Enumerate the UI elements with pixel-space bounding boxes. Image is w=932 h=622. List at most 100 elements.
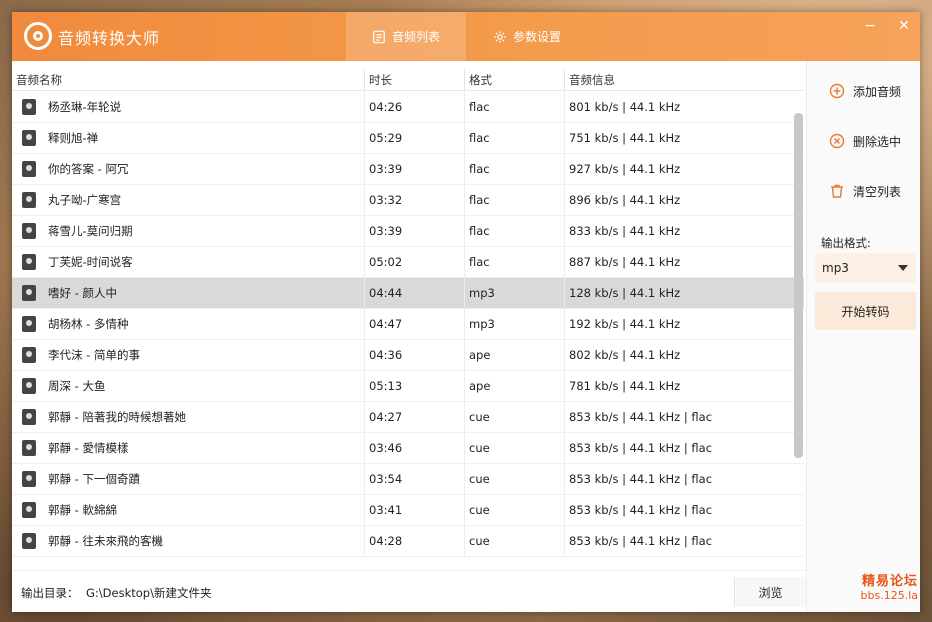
row-duration: 03:46 bbox=[365, 433, 465, 463]
row-name: 丸子呦-广寒宫 bbox=[48, 193, 122, 207]
row-format: ape bbox=[465, 340, 565, 370]
list-scrollbar[interactable] bbox=[794, 113, 803, 458]
row-name-cell: 嗜好 - 颜人中 bbox=[12, 278, 365, 308]
table-row[interactable]: 杨丞琳-年轮说 04:26 flac 801 kb/s | 44.1 kHz bbox=[12, 92, 804, 123]
audio-file-icon bbox=[22, 502, 36, 518]
table-row[interactable]: 嗜好 - 颜人中 04:44 mp3 128 kb/s | 44.1 kHz bbox=[12, 278, 804, 309]
audio-file-icon bbox=[22, 378, 36, 394]
header-info[interactable]: 音频信息 bbox=[565, 69, 804, 90]
audio-file-icon bbox=[22, 254, 36, 270]
row-info: 853 kb/s | 44.1 kHz | flac bbox=[569, 441, 713, 455]
row-info: 802 kb/s | 44.1 kHz bbox=[569, 348, 681, 362]
row-duration: 03:39 bbox=[365, 216, 465, 246]
row-info: 853 kb/s | 44.1 kHz | flac bbox=[569, 503, 713, 517]
audio-file-icon bbox=[22, 440, 36, 456]
tab-settings-label: 参数设置 bbox=[512, 30, 561, 44]
add-audio-label: 添加音频 bbox=[853, 84, 902, 99]
row-name: 李代沫 - 简单的事 bbox=[48, 348, 140, 362]
table-row[interactable]: 周深 - 大鱼 05:13 ape 781 kb/s | 44.1 kHz bbox=[12, 371, 804, 402]
table-row[interactable]: 蒋雪儿-莫问归期 03:39 flac 833 kb/s | 44.1 kHz bbox=[12, 216, 804, 247]
table-row[interactable]: 郭靜 - 愛情模樣 03:46 cue 853 kb/s | 44.1 kHz | f… bbox=[12, 433, 804, 464]
row-name: 蒋雪儿-莫问归期 bbox=[48, 224, 133, 238]
header-name[interactable]: 音频名称 bbox=[12, 69, 365, 90]
audio-file-icon bbox=[22, 130, 36, 146]
table-row[interactable]: 郭靜 - 軟綿綿 03:41 cue 853 kb/s | 44.1 kHz | fl… bbox=[12, 495, 804, 526]
browse-button[interactable]: 浏览 bbox=[734, 577, 806, 607]
row-info: 833 kb/s | 44.1 kHz bbox=[569, 224, 681, 238]
clear-list-button[interactable]: 清空列表 bbox=[817, 176, 920, 206]
table-row[interactable]: 李代沫 - 简单的事 04:36 ape 802 kb/s | 44.1 kHz bbox=[12, 340, 804, 371]
row-name: 郭靜 - 下一個奇蹟 bbox=[48, 472, 140, 486]
table-row[interactable]: 郭靜 - 往未來飛的客機 04:28 cue 853 kb/s | 44.1 kHz … bbox=[12, 526, 804, 557]
row-name-cell: 周深 - 大鱼 bbox=[12, 371, 365, 401]
output-format-select[interactable]: mp3 bbox=[815, 253, 916, 283]
row-name-cell: 蒋雪儿-莫问归期 bbox=[12, 216, 365, 246]
row-duration: 04:36 bbox=[365, 340, 465, 370]
row-duration: 05:29 bbox=[365, 123, 465, 153]
row-name-cell: 郭靜 - 往未來飛的客機 bbox=[12, 526, 365, 556]
table-row[interactable]: 胡杨林 - 多情种 04:47 mp3 192 kb/s | 44.1 kHz bbox=[12, 309, 804, 340]
row-info: 853 kb/s | 44.1 kHz | flac bbox=[569, 472, 713, 486]
row-format: cue bbox=[465, 526, 565, 556]
output-bar: 输出目录： G:\Desktop\新建文件夹 浏览 bbox=[12, 570, 806, 612]
row-info: 801 kb/s | 44.1 kHz bbox=[569, 100, 681, 114]
row-name: 杨丞琳-年轮说 bbox=[48, 100, 122, 114]
output-format-label: 输出格式: bbox=[821, 236, 871, 250]
row-name: 郭靜 - 陪著我的時候想著她 bbox=[48, 410, 186, 424]
chevron-down-icon bbox=[898, 265, 908, 271]
audio-file-icon bbox=[22, 285, 36, 301]
audio-file-icon bbox=[22, 316, 36, 332]
close-button[interactable]: ✕ bbox=[892, 16, 916, 36]
minimize-button[interactable]: − bbox=[858, 16, 882, 36]
tab-audio-list[interactable]: 音频列表 bbox=[346, 12, 466, 61]
audio-file-icon bbox=[22, 471, 36, 487]
audio-file-icon bbox=[22, 99, 36, 115]
row-format: flac bbox=[465, 154, 565, 184]
row-duration: 04:28 bbox=[365, 526, 465, 556]
table-row[interactable]: 郭靜 - 下一個奇蹟 03:54 cue 853 kb/s | 44.1 kHz | … bbox=[12, 464, 804, 495]
audio-file-icon bbox=[22, 533, 36, 549]
row-info: 887 kb/s | 44.1 kHz bbox=[569, 255, 681, 269]
row-duration: 04:47 bbox=[365, 309, 465, 339]
row-format: flac bbox=[465, 92, 565, 122]
title-bar: 音频转换大师 音频列表 参数设置 − ✕ bbox=[12, 12, 920, 61]
list-icon bbox=[373, 30, 385, 43]
list-header: 音频名称 时长 格式 音频信息 bbox=[12, 69, 804, 91]
tab-settings[interactable]: 参数设置 bbox=[482, 12, 572, 61]
output-format-value: mp3 bbox=[822, 261, 849, 275]
app-window: 音频转换大师 音频列表 参数设置 − ✕ 音频名称 时长 格式 音频信息 杨丞琳… bbox=[12, 12, 920, 612]
table-row[interactable]: 郭靜 - 陪著我的時候想著她 04:27 cue 853 kb/s | 44.1 kH… bbox=[12, 402, 804, 433]
row-info: 927 kb/s | 44.1 kHz bbox=[569, 162, 681, 176]
list-rows: 杨丞琳-年轮说 04:26 flac 801 kb/s | 44.1 kHz 释则旭-禅… bbox=[12, 92, 804, 557]
row-info: 751 kb/s | 44.1 kHz bbox=[569, 131, 681, 145]
audio-file-icon bbox=[22, 223, 36, 239]
row-format: flac bbox=[465, 247, 565, 277]
row-name-cell: 你的答案 - 阿冗 bbox=[12, 154, 365, 184]
header-format[interactable]: 格式 bbox=[465, 69, 565, 90]
row-info: 128 kb/s | 44.1 kHz bbox=[569, 286, 681, 300]
plus-circle-icon bbox=[829, 83, 845, 99]
forum-watermark: 精易论坛 bbs.125.la bbox=[808, 570, 918, 602]
row-duration: 05:02 bbox=[365, 247, 465, 277]
row-duration: 03:54 bbox=[365, 464, 465, 494]
row-name: 郭靜 - 軟綿綿 bbox=[48, 503, 117, 517]
row-name-cell: 释则旭-禅 bbox=[12, 123, 365, 153]
row-name: 周深 - 大鱼 bbox=[48, 379, 106, 393]
row-name: 释则旭-禅 bbox=[48, 131, 99, 145]
row-info: 192 kb/s | 44.1 kHz bbox=[569, 317, 681, 331]
delete-selected-label: 删除选中 bbox=[853, 134, 902, 149]
delete-selected-button[interactable]: 删除选中 bbox=[817, 126, 920, 156]
tab-audio-list-label: 音频列表 bbox=[391, 30, 440, 44]
add-audio-button[interactable]: 添加音频 bbox=[817, 76, 920, 106]
table-row[interactable]: 你的答案 - 阿冗 03:39 flac 927 kb/s | 44.1 kHz bbox=[12, 154, 804, 185]
row-format: flac bbox=[465, 185, 565, 215]
table-row[interactable]: 丸子呦-广寒宫 03:32 flac 896 kb/s | 44.1 kHz bbox=[12, 185, 804, 216]
output-dir-path: G:\Desktop\新建文件夹 bbox=[86, 586, 212, 600]
table-row[interactable]: 释则旭-禅 05:29 flac 751 kb/s | 44.1 kHz bbox=[12, 123, 804, 154]
row-name-cell: 杨丞琳-年轮说 bbox=[12, 92, 365, 122]
trash-icon bbox=[831, 184, 843, 198]
table-row[interactable]: 丁芙妮-时间说客 05:02 flac 887 kb/s | 44.1 kHz bbox=[12, 247, 804, 278]
header-duration[interactable]: 时长 bbox=[365, 69, 465, 90]
audio-file-icon bbox=[22, 192, 36, 208]
start-convert-button[interactable]: 开始转码 bbox=[815, 292, 916, 330]
